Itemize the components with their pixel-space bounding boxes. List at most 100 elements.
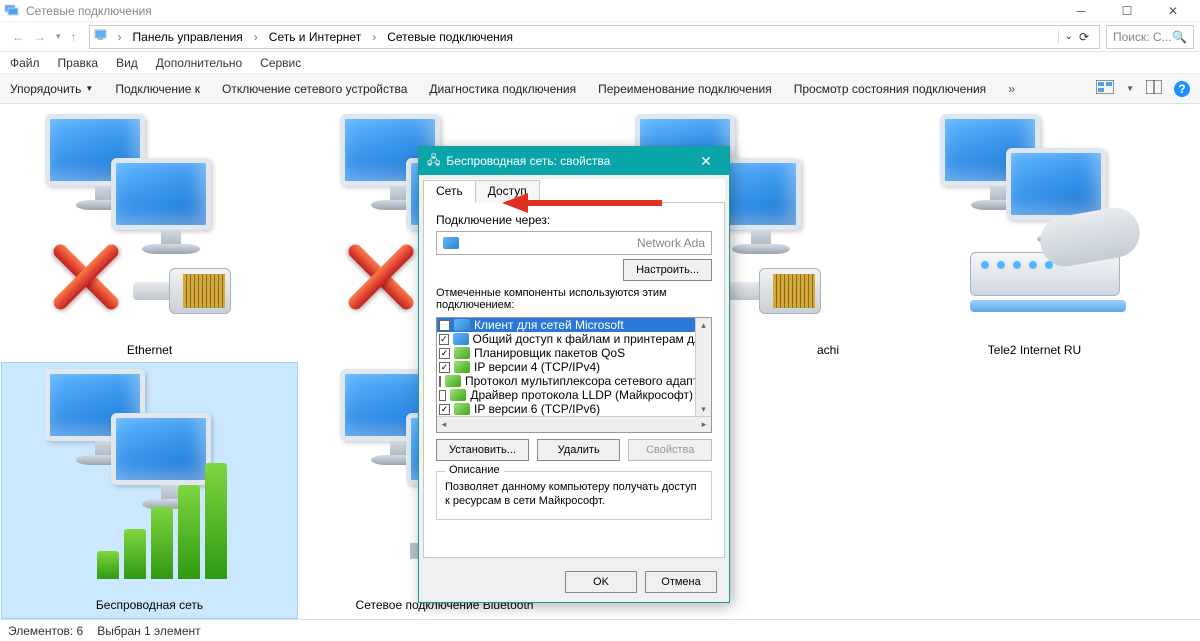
refresh-button[interactable]: ⟳ <box>1079 30 1089 44</box>
command-bar: Упорядочить ▼ Подключение к Отключение с… <box>0 74 1200 104</box>
multiplexor-icon <box>445 375 461 387</box>
ethernet-plug-icon <box>731 262 821 322</box>
components-list[interactable]: ✓Клиент для сетей Microsoft ✓Общий досту… <box>436 317 712 433</box>
connection-label: achi <box>817 337 879 357</box>
list-item[interactable]: ✓IP версии 6 (TCP/IPv6) <box>437 402 695 416</box>
connection-tele2[interactable]: Tele2 Internet RU <box>887 108 1182 363</box>
address-bar: ← → ▾ ↑ › Панель управления › Сеть и Инт… <box>0 22 1200 52</box>
ipv6-icon <box>454 403 470 415</box>
lldp-icon <box>450 389 466 401</box>
app-icon <box>4 3 20 19</box>
disconnected-x-icon <box>43 232 129 318</box>
view-chevron-icon[interactable]: ▼ <box>1126 84 1134 93</box>
search-icon: 🔍 <box>1172 30 1187 44</box>
preview-pane-button[interactable] <box>1146 80 1162 97</box>
remove-button[interactable]: Удалить <box>537 439 621 461</box>
history-chevron-icon[interactable]: ▾ <box>56 31 61 42</box>
list-item[interactable]: Драйвер протокола LLDP (Майкрософт) <box>437 388 695 402</box>
checkbox[interactable]: ✓ <box>439 362 450 373</box>
description-group: Описание Позволяет данному компьютеру по… <box>436 471 712 520</box>
checkbox[interactable]: ✓ <box>439 404 450 415</box>
ethernet-plug-icon <box>141 262 231 322</box>
list-item[interactable]: ✓Общий доступ к файлам и принтерам для с… <box>437 332 695 346</box>
checkbox[interactable]: ✓ <box>439 334 449 345</box>
rename-button[interactable]: Переименование подключения <box>598 82 772 96</box>
dialog-title: Беспроводная сеть: свойства <box>446 154 610 168</box>
menu-service[interactable]: Сервис <box>260 56 301 70</box>
diagnose-button[interactable]: Диагностика подключения <box>429 82 576 96</box>
tab-network[interactable]: Сеть <box>423 180 476 203</box>
forward-button[interactable]: → <box>34 30 46 44</box>
disable-device-button[interactable]: Отключение сетевого устройства <box>222 82 407 96</box>
more-commands-button[interactable]: » <box>1008 82 1015 96</box>
breadcrumb[interactable]: › Панель управления › Сеть и Интернет › … <box>89 25 1100 49</box>
properties-dialog: 🖧 Беспроводная сеть: свойства ✕ Сеть Дос… <box>418 146 730 603</box>
breadcrumb-seg[interactable]: Сетевые подключения <box>384 28 516 46</box>
list-horizontal-scrollbar[interactable]: ◂▸ <box>437 416 711 432</box>
chevron-right-icon[interactable]: › <box>250 30 262 44</box>
dialog-footer: OK Отмена <box>419 562 729 602</box>
tab-access[interactable]: Доступ <box>475 180 540 203</box>
breadcrumb-seg[interactable]: Сеть и Интернет <box>266 28 364 46</box>
status-selected: Выбран 1 элемент <box>97 624 200 638</box>
list-item[interactable]: ✓IP версии 4 (TCP/IPv4) <box>437 360 695 374</box>
configure-button[interactable]: Настроить... <box>623 259 712 281</box>
window-title: Сетевые подключения <box>26 4 152 18</box>
adapter-icon: 🖧 <box>427 151 440 172</box>
wifi-signal-icon <box>97 463 227 579</box>
checkbox[interactable] <box>439 376 441 387</box>
connect-via-label: Подключение через: <box>436 213 712 227</box>
address-chevron-icon[interactable]: ⌄ <box>1065 31 1073 42</box>
dialog-close-button[interactable]: ✕ <box>691 153 721 170</box>
chevron-down-icon: ▼ <box>85 84 93 93</box>
connection-ethernet[interactable]: Ethernet <box>2 108 297 363</box>
adapter-mini-icon <box>443 237 459 249</box>
menu-extra[interactable]: Дополнительно <box>156 56 242 70</box>
list-item[interactable]: ✓Клиент для сетей Microsoft <box>437 318 695 332</box>
cancel-button[interactable]: Отмена <box>645 571 717 593</box>
chevron-right-icon[interactable]: › <box>368 30 380 44</box>
chevron-right-icon[interactable]: › <box>114 30 126 44</box>
menu-edit[interactable]: Правка <box>58 56 99 70</box>
menu-bar: Файл Правка Вид Дополнительно Сервис <box>0 52 1200 74</box>
help-button[interactable]: ? <box>1174 81 1190 97</box>
connection-wireless[interactable]: Беспроводная сеть <box>2 363 297 618</box>
client-icon <box>454 319 470 331</box>
description-legend: Описание <box>445 464 504 476</box>
up-button[interactable]: ↑ <box>71 30 77 44</box>
list-vertical-scrollbar[interactable]: ▴▾ <box>695 318 711 416</box>
search-placeholder: Поиск: С... <box>1113 30 1172 44</box>
checkbox[interactable] <box>439 390 446 401</box>
connect-to-button[interactable]: Подключение к <box>115 82 200 96</box>
list-item[interactable]: Протокол мультиплексора сетевого адаптер… <box>437 374 695 388</box>
dialog-titlebar[interactable]: 🖧 Беспроводная сеть: свойства ✕ <box>419 147 729 175</box>
checkbox[interactable]: ✓ <box>439 320 450 331</box>
modem-icon <box>970 252 1130 342</box>
view-layout-button[interactable] <box>1096 80 1114 97</box>
properties-button[interactable]: Свойства <box>628 439 712 461</box>
dialog-tabs: Сеть Доступ <box>423 179 725 203</box>
organize-menu[interactable]: Упорядочить ▼ <box>10 82 93 96</box>
connection-label: Ethernet <box>127 337 172 357</box>
checkbox[interactable]: ✓ <box>439 348 450 359</box>
view-status-button[interactable]: Просмотр состояния подключения <box>794 82 986 96</box>
search-input[interactable]: Поиск: С... 🔍 <box>1106 25 1194 49</box>
menu-view[interactable]: Вид <box>116 56 138 70</box>
close-button[interactable]: ✕ <box>1150 0 1196 22</box>
back-button[interactable]: ← <box>12 30 24 44</box>
maximize-button[interactable]: ☐ <box>1104 0 1150 22</box>
qos-icon <box>454 347 470 359</box>
breadcrumb-seg[interactable]: Панель управления <box>130 28 246 46</box>
status-count: Элементов: 6 <box>8 624 83 638</box>
adapter-name-box: Network Ada <box>436 231 712 255</box>
ipv4-icon <box>454 361 470 373</box>
menu-file[interactable]: Файл <box>10 56 40 70</box>
list-item[interactable]: ✓Планировщик пакетов QoS <box>437 346 695 360</box>
disconnected-x-icon <box>338 232 424 318</box>
install-button[interactable]: Установить... <box>436 439 529 461</box>
status-bar: Элементов: 6 Выбран 1 элемент <box>0 619 1200 641</box>
window-titlebar: Сетевые подключения ─ ☐ ✕ <box>0 0 1200 22</box>
ok-button[interactable]: OK <box>565 571 637 593</box>
adapter-name: Network Ada <box>465 236 705 250</box>
minimize-button[interactable]: ─ <box>1058 0 1104 22</box>
